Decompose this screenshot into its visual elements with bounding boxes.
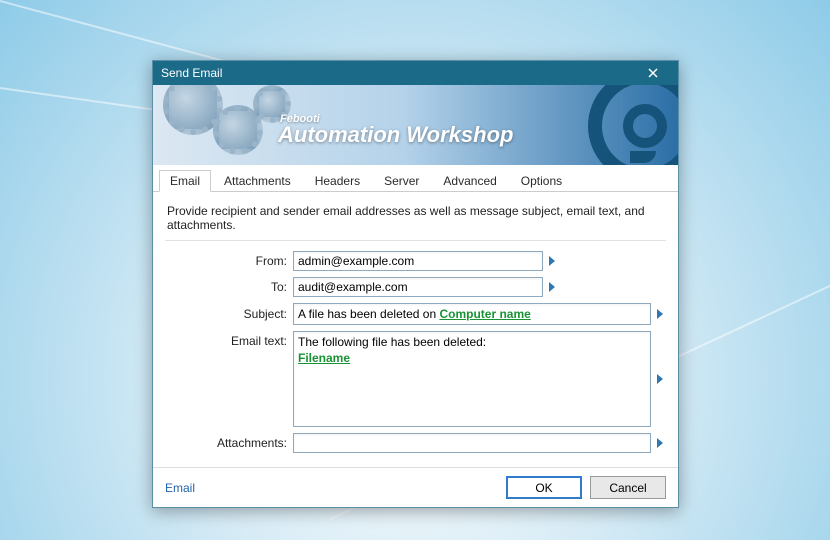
tab-content: Provide recipient and sender email addre… xyxy=(153,192,678,467)
chevron-right-icon xyxy=(657,374,663,384)
tab-server[interactable]: Server xyxy=(373,170,430,192)
cancel-button[interactable]: Cancel xyxy=(590,476,666,499)
from-input[interactable] xyxy=(293,251,543,271)
tab-label: Advanced xyxy=(443,174,496,188)
subject-input[interactable]: A file has been deleted on Computer name xyxy=(293,303,651,325)
body-line-1: The following file has been deleted: xyxy=(298,335,486,349)
tab-advanced[interactable]: Advanced xyxy=(432,170,507,192)
attachments-variable-picker[interactable] xyxy=(654,433,666,453)
variable-filename[interactable]: Filename xyxy=(298,351,350,365)
label-attachments: Attachments: xyxy=(165,436,293,450)
row-from: From: xyxy=(165,251,666,271)
from-variable-picker[interactable] xyxy=(546,251,558,271)
banner-text: Febooti Automation Workshop xyxy=(278,113,513,146)
label-subject: Subject: xyxy=(165,307,293,321)
tab-headers[interactable]: Headers xyxy=(304,170,371,192)
chevron-right-icon xyxy=(657,438,663,448)
chevron-right-icon xyxy=(657,309,663,319)
close-icon xyxy=(648,68,658,78)
tab-options[interactable]: Options xyxy=(510,170,573,192)
attachments-input[interactable] xyxy=(293,433,651,453)
chevron-right-icon xyxy=(549,256,555,266)
row-emailtext: Email text: The following file has been … xyxy=(165,331,666,427)
label-from: From: xyxy=(165,254,293,268)
instruction-text: Provide recipient and sender email addre… xyxy=(165,200,666,241)
row-subject: Subject: A file has been deleted on Comp… xyxy=(165,303,666,325)
tab-label: Headers xyxy=(315,174,360,188)
dialog-window: Send Email Febooti Automation Workshop E… xyxy=(152,60,679,508)
subject-variable-picker[interactable] xyxy=(654,303,666,325)
close-button[interactable] xyxy=(634,63,672,83)
ok-button[interactable]: OK xyxy=(506,476,582,499)
tab-label: Attachments xyxy=(224,174,291,188)
to-variable-picker[interactable] xyxy=(546,277,558,297)
to-input[interactable] xyxy=(293,277,543,297)
header-banner: Febooti Automation Workshop xyxy=(153,85,678,165)
window-title: Send Email xyxy=(161,66,634,80)
banner-title: Automation Workshop xyxy=(278,125,513,146)
emailtext-variable-picker[interactable] xyxy=(654,331,666,427)
tab-label: Server xyxy=(384,174,419,188)
help-link[interactable]: Email xyxy=(165,481,195,495)
tabstrip: Email Attachments Headers Server Advance… xyxy=(153,165,678,192)
footer: Email OK Cancel xyxy=(153,467,678,507)
tab-label: Options xyxy=(521,174,562,188)
label-emailtext: Email text: xyxy=(165,331,293,348)
tab-attachments[interactable]: Attachments xyxy=(213,170,302,192)
titlebar: Send Email xyxy=(153,61,678,85)
row-to: To: xyxy=(165,277,666,297)
emailtext-input[interactable]: The following file has been deleted: Fil… xyxy=(293,331,651,427)
row-attachments: Attachments: xyxy=(165,433,666,453)
tab-label: Email xyxy=(170,174,200,188)
at-sign-icon xyxy=(588,85,678,165)
tab-email[interactable]: Email xyxy=(159,170,211,192)
label-to: To: xyxy=(165,280,293,294)
chevron-right-icon xyxy=(549,282,555,292)
subject-text: A file has been deleted on xyxy=(298,307,439,321)
variable-computer-name[interactable]: Computer name xyxy=(439,307,530,321)
